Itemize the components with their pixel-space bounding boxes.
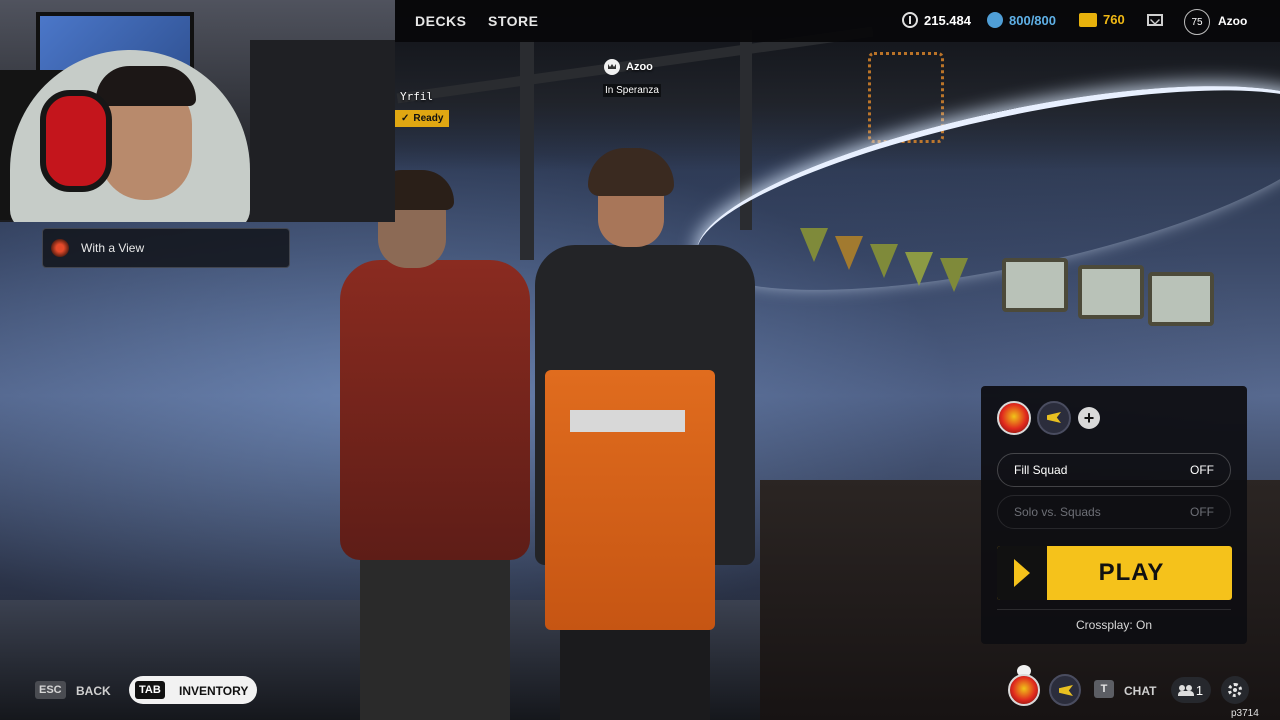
ready-status-badge: ✓ Ready bbox=[395, 110, 450, 127]
play-button[interactable]: PLAY bbox=[997, 546, 1232, 600]
settings-button[interactable] bbox=[1221, 676, 1249, 704]
crossplay-status: Crossplay: On bbox=[1075, 618, 1153, 632]
mail-icon[interactable] bbox=[1147, 14, 1163, 26]
party-player-avatar-icon[interactable] bbox=[1008, 674, 1040, 706]
squad-slot-player-icon[interactable] bbox=[997, 401, 1031, 435]
energy-value: 800/800 bbox=[1009, 12, 1056, 28]
player-username[interactable]: Azoo bbox=[1218, 14, 1247, 28]
steel-beam bbox=[520, 40, 534, 260]
fill-squad-toggle[interactable]: Fill Squad OFF bbox=[997, 453, 1231, 487]
solo-vs-squads-value: OFF bbox=[1190, 505, 1214, 519]
gear-icon bbox=[1228, 683, 1242, 697]
solo-vs-squads-label: Solo vs. Squads bbox=[1014, 505, 1101, 519]
player-level-badge[interactable]: 75 bbox=[1184, 9, 1210, 35]
panel-divider bbox=[997, 609, 1231, 610]
ready-label: Ready bbox=[413, 113, 444, 124]
chat-key-hint: T bbox=[1094, 680, 1114, 698]
fill-squad-label: Fill Squad bbox=[1014, 463, 1068, 477]
friends-count: 1 bbox=[1195, 682, 1204, 698]
esc-key-hint[interactable]: ESC bbox=[35, 681, 66, 699]
character-right-belt bbox=[570, 410, 685, 432]
chat-button[interactable]: CHAT bbox=[1124, 684, 1156, 698]
crt-television bbox=[1078, 265, 1144, 319]
bunting-flag bbox=[835, 236, 863, 270]
party-member-name: Yrfil bbox=[400, 90, 434, 103]
webcam-overlay bbox=[0, 0, 395, 222]
back-button[interactable]: BACK bbox=[76, 684, 111, 698]
character-left-jacket bbox=[340, 260, 530, 560]
inventory-label[interactable]: INVENTORY bbox=[179, 684, 248, 698]
bunting-flag bbox=[800, 228, 828, 262]
bunting-flag bbox=[940, 258, 968, 292]
currency-coins: 215.484 bbox=[902, 12, 971, 28]
session-id: p3714 bbox=[1231, 708, 1259, 719]
coin-icon bbox=[902, 12, 918, 28]
crt-television bbox=[1148, 272, 1214, 326]
play-label: PLAY bbox=[1098, 559, 1165, 586]
deck-name: With a View bbox=[81, 241, 145, 255]
deck-selector[interactable]: With a View bbox=[42, 228, 290, 268]
bunting-flag bbox=[905, 252, 933, 286]
headset-icon bbox=[40, 90, 112, 192]
webcam-hair bbox=[96, 66, 196, 106]
webcam-shelf bbox=[250, 40, 395, 222]
crown-icon bbox=[604, 59, 620, 75]
party-leader-location: In Speranza bbox=[603, 84, 661, 97]
nav-store[interactable]: STORE bbox=[488, 13, 538, 29]
currency-bullets: 760 bbox=[1079, 12, 1125, 27]
top-bar: DECKS STORE 215.484 800/800 760 75 Azoo bbox=[395, 0, 1280, 42]
check-icon: ✓ bbox=[401, 113, 410, 124]
bullets-icon bbox=[1079, 12, 1097, 27]
energy-icon bbox=[987, 12, 1003, 28]
nav-decks[interactable]: DECKS bbox=[415, 13, 467, 29]
fill-squad-value: OFF bbox=[1190, 463, 1214, 477]
currency-energy: 800/800 bbox=[987, 12, 1056, 28]
friends-button[interactable]: 1 bbox=[1171, 677, 1211, 703]
party-teammate-avatar-icon[interactable] bbox=[1049, 674, 1081, 706]
deck-emblem-icon bbox=[51, 239, 69, 257]
solo-vs-squads-toggle[interactable]: Solo vs. Squads OFF bbox=[997, 495, 1231, 529]
add-squad-member-button[interactable]: + bbox=[1078, 407, 1100, 429]
play-chevron-icon bbox=[997, 546, 1047, 600]
play-panel: + Fill Squad OFF Solo vs. Squads OFF PLA… bbox=[981, 386, 1247, 644]
character-right-apron bbox=[545, 370, 715, 630]
tab-key-hint: TAB bbox=[135, 681, 165, 699]
coins-value: 215.484 bbox=[924, 12, 971, 28]
bunting-flag bbox=[870, 244, 898, 278]
character-left-legs bbox=[360, 540, 510, 720]
party-leader-name: Azoo bbox=[626, 61, 653, 73]
bullets-value: 760 bbox=[1103, 12, 1125, 27]
crt-television bbox=[1002, 258, 1068, 312]
squad-slot-teammate-icon[interactable] bbox=[1037, 401, 1071, 435]
friends-icon bbox=[1177, 685, 1194, 696]
